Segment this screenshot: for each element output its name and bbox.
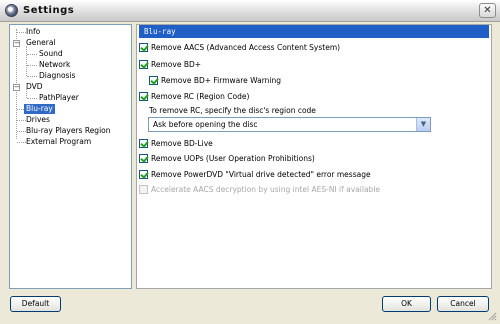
- section-header: Blu-ray: [139, 25, 489, 38]
- dropdown-arrow-icon[interactable]: ▼: [416, 118, 430, 131]
- tree-item-diagnosis[interactable]: Diagnosis: [39, 71, 75, 81]
- tree-item-network[interactable]: Network: [39, 60, 70, 70]
- remove-aacs-label: Remove AACS (Advanced Access Content Sys…: [151, 43, 341, 52]
- remove-rc-checkbox[interactable]: [139, 92, 148, 101]
- tree-connector: [27, 65, 37, 66]
- ok-button[interactable]: OK: [382, 296, 431, 312]
- tree-connector: [27, 54, 37, 55]
- remove-rc-label: Remove RC (Region Code): [151, 92, 250, 101]
- remove-uops-checkbox[interactable]: [139, 154, 148, 163]
- app-disc-icon: [5, 4, 18, 17]
- tree-item-external-program[interactable]: External Program: [26, 137, 91, 147]
- tree-connector: [17, 142, 26, 143]
- remove-bd-live-label: Remove BD-Live: [151, 139, 213, 148]
- tree-item-general[interactable]: General: [26, 38, 56, 48]
- tree-item-blu-ray-players-region[interactable]: Blu-ray Players Region: [26, 126, 111, 136]
- tree-item-info[interactable]: Info: [26, 27, 40, 37]
- accelerate-aacs-checkbox: [139, 185, 148, 194]
- remove-powerdvd-error-checkbox[interactable]: [139, 170, 148, 179]
- tree-connector: [17, 32, 26, 33]
- accelerate-aacs-label: Accelerate AACS decryption by using inte…: [151, 185, 381, 194]
- resize-grip-icon[interactable]: [487, 311, 497, 321]
- collapse-general-icon[interactable]: −: [13, 40, 20, 47]
- settings-tree[interactable]: − − Info General Sound Network Diagnosis…: [9, 24, 132, 289]
- remove-uops-label: Remove UOPs (User Operation Prohibitions…: [151, 154, 315, 163]
- remove-bdplus-firmware-warning-label: Remove BD+ Firmware Warning: [161, 76, 281, 85]
- collapse-dvd-icon[interactable]: −: [13, 84, 20, 91]
- region-code-prompt: To remove RC, specify the disc's region …: [149, 106, 316, 115]
- tree-item-pathplayer[interactable]: PathPlayer: [39, 93, 79, 103]
- default-button[interactable]: Default: [10, 296, 61, 312]
- tree-connector: [17, 120, 26, 121]
- tree-connector: [26, 46, 27, 76]
- title-bar[interactable]: Settings ✕: [0, 0, 500, 22]
- region-code-value: Ask before opening the disc: [153, 120, 258, 129]
- tree-item-dvd[interactable]: DVD: [26, 82, 43, 92]
- tree-item-blu-ray[interactable]: Blu-ray: [24, 104, 55, 114]
- remove-bd-live-checkbox[interactable]: [139, 139, 148, 148]
- region-code-select[interactable]: Ask before opening the disc ▼: [148, 117, 431, 132]
- remove-bdplus-label: Remove BD+: [151, 60, 202, 69]
- remove-aacs-checkbox[interactable]: [139, 43, 148, 52]
- close-button[interactable]: ✕: [479, 3, 496, 18]
- settings-window: Settings ✕ − − Info General Sound Networ…: [0, 0, 500, 324]
- tree-connector: [27, 76, 37, 77]
- cancel-button[interactable]: Cancel: [437, 296, 489, 312]
- tree-connector: [17, 131, 26, 132]
- tree-connector: [27, 98, 37, 99]
- window-title: Settings: [23, 5, 75, 16]
- remove-bdplus-checkbox[interactable]: [139, 60, 148, 69]
- remove-bdplus-firmware-warning-checkbox[interactable]: [149, 76, 158, 85]
- tree-item-sound[interactable]: Sound: [39, 49, 63, 59]
- tree-item-drives[interactable]: Drives: [26, 115, 50, 125]
- remove-powerdvd-error-label: Remove PowerDVD "Virtual drive detected"…: [151, 170, 371, 179]
